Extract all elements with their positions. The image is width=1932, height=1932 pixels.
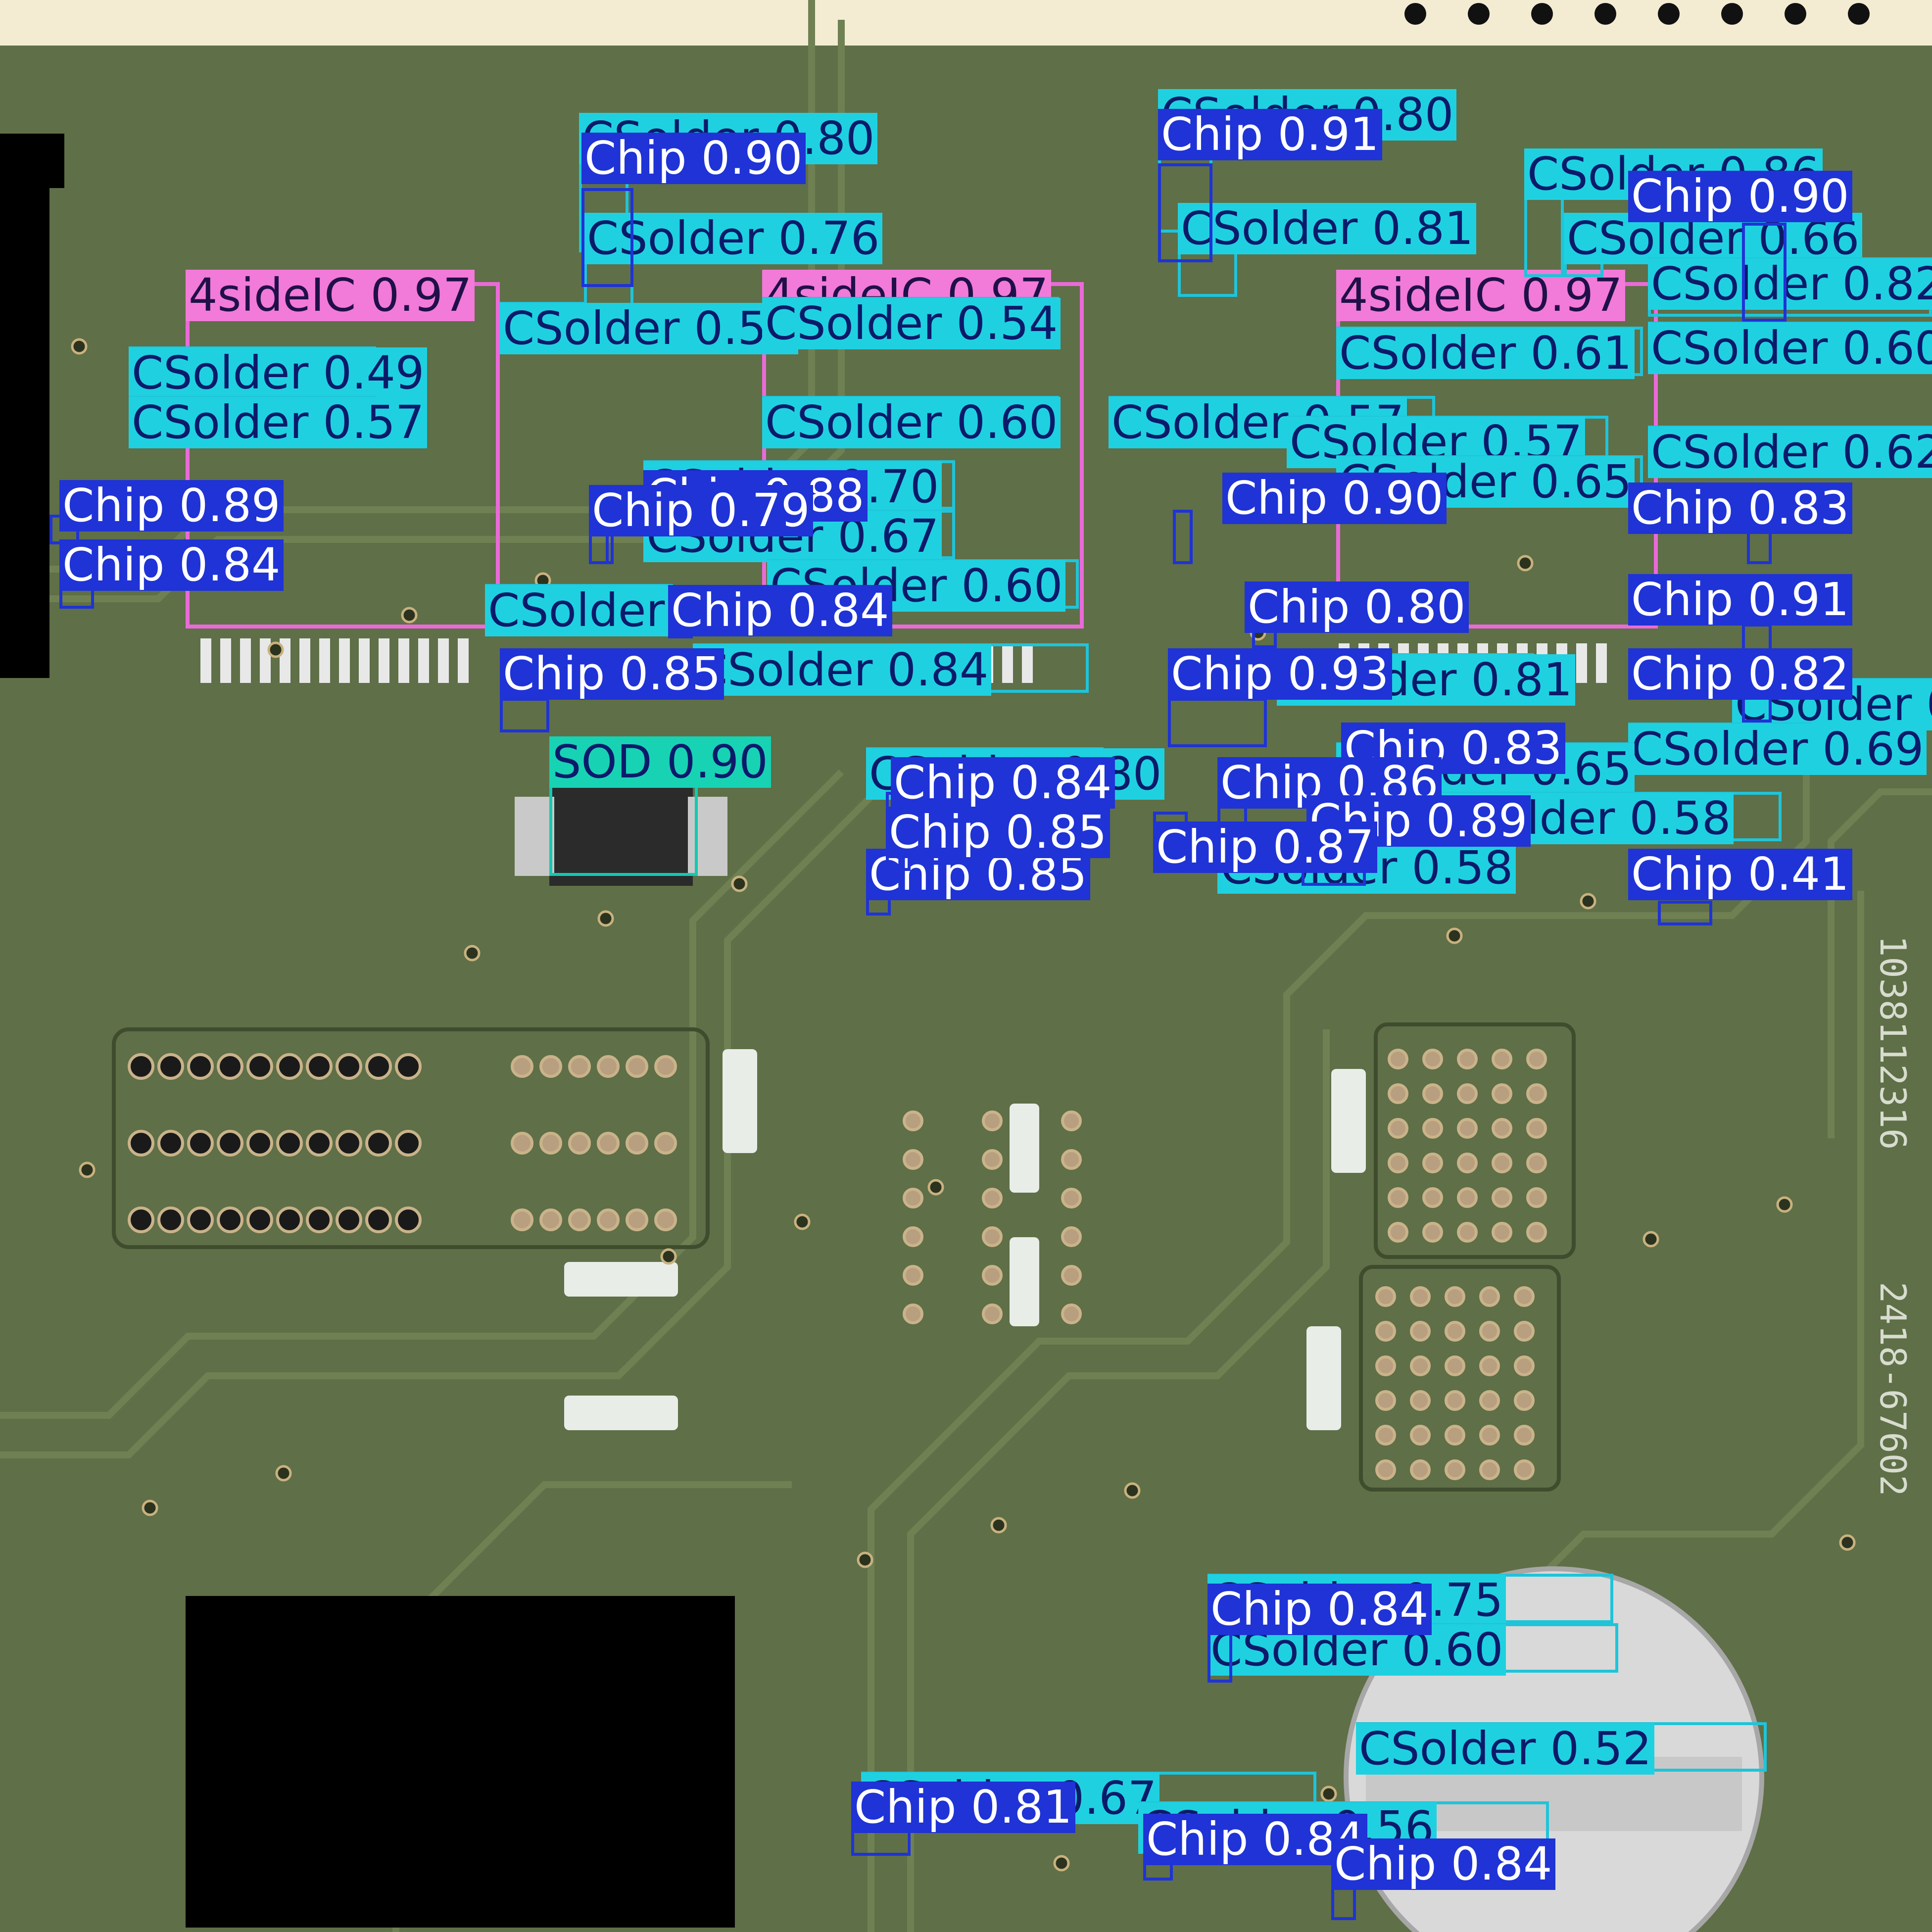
detection-label-chip: Chip 0.85 [886,807,1110,858]
detection-box-chip [1742,223,1787,322]
detection-label-chip: Chip 0.79 [589,485,813,536]
detection-label-chip: Chip 0.83 [1628,483,1852,534]
detection-box-chip [1158,163,1212,262]
detection-label-chip: Chip 0.81 [851,1782,1075,1833]
detection-box-chip [1658,901,1712,925]
detection-label-csolder: CSolder 0.56 [500,303,799,354]
detection-label-chip: Chip 0.80 [1245,581,1469,633]
detection-label-csolder: CSolder 0.49 [129,347,428,399]
detection-label-chip: Chip 0.41 [1628,849,1852,900]
detection-overlay: 4sideIC 0.974sideIC 0.974sideIC 0.97CSol… [0,0,1932,1932]
detection-label-chip: Chip 0.91 [1158,109,1382,160]
detection-label-chip: Chip 0.84 [59,539,284,591]
detection-label-chip: Chip 0.85 [500,648,724,700]
detection-label-chip: Chip 0.91 [1628,574,1852,626]
detection-label-chip: Chip 0.90 [581,133,806,184]
detection-label-csolder: CSolder 0.61 [1336,328,1635,379]
detection-label-4sideic: 4sideIC 0.97 [1336,270,1626,321]
detection-label-csolder: CSolder 0.60 [1648,323,1932,374]
detection-label-chip: Chip 0.84 [668,585,892,636]
detection-label-chip: Chip 0.84 [891,757,1115,809]
detection-label-csolder: CSolder 0.84 [693,644,992,696]
detection-label-chip: Chip 0.90 [1222,473,1447,524]
detection-label-4sideic: 4sideIC 0.97 [186,270,475,321]
detection-box-chip [1173,510,1193,564]
detection-label-chip: Chip 0.89 [59,480,284,531]
detection-label-csolder: CSolder 0.81 [1178,203,1477,254]
detection-label-chip: Chip 0.84 [1208,1584,1432,1635]
detection-label-chip: Chip 0.93 [1168,648,1392,700]
detection-label-csolder: CSolder 0.54 [762,298,1061,349]
detection-box-chip [1208,1628,1232,1683]
detection-box-chip [581,188,633,287]
detection-label-csolder: CSolder 0.69 [1628,724,1927,775]
detection-box-chip [500,698,549,732]
detection-label-csolder: CSolder 0.62 [1648,427,1932,478]
detection-box-chip [1168,698,1267,747]
detection-label-chip: Chip 0.90 [1628,171,1852,222]
detection-label-csolder: CSolder 0.52 [1356,1723,1655,1775]
detection-label-csolder: CSolder 0.57 [129,397,428,448]
detection-label-chip: Chip 0.87 [1153,821,1377,873]
detection-label-sod: SOD 0.90 [549,736,771,788]
pcb-detection-image: 1038112316 2418-67602 4sideIC 0.97 4sideI… [0,0,1932,1932]
detection-label-csolder: CSolder 0.60 [762,397,1061,448]
detection-label-chip: Chip 0.84 [1331,1838,1555,1890]
detection-label-csolder: CSolder 0.82 [1648,258,1932,310]
detection-label-chip: Chip 0.82 [1628,648,1852,700]
